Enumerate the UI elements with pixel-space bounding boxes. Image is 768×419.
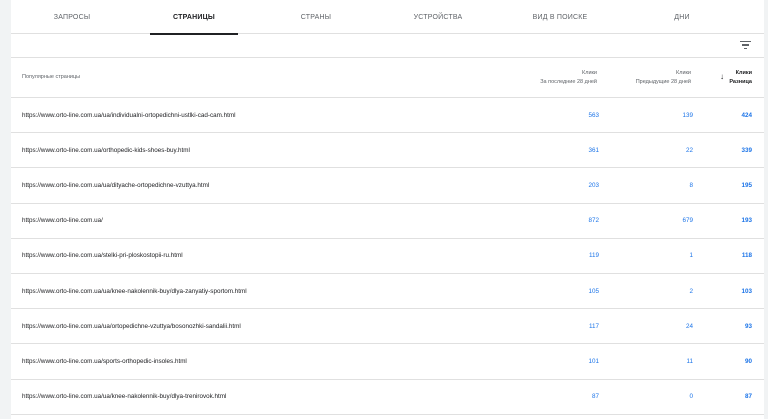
table-row[interactable]: https://www.orto-line.com.ua/orthopedic-… — [11, 133, 764, 169]
clicks-previous: 24 — [685, 322, 693, 330]
clicks-diff: 193 — [741, 217, 752, 225]
clicks-diff: 90 — [744, 357, 752, 365]
column-header-clicks-current-sub: За последние 28 дней — [540, 79, 597, 85]
clicks-current: 119 — [588, 252, 599, 260]
tab-bar: ЗАПРОСЫ СТРАНИЦЫ СТРАНЫ УСТРОЙСТВА ВИД В… — [11, 0, 764, 35]
tab-queries[interactable]: ЗАПРОСЫ — [11, 0, 133, 34]
clicks-diff: 103 — [741, 287, 752, 295]
clicks-current: 101 — [588, 357, 599, 365]
page-url[interactable]: https://www.orto-line.com.ua/sports-orth… — [22, 358, 187, 365]
filter-bar — [11, 34, 764, 58]
table-row[interactable]: https://www.orto-line.com.ua/ 872 679 19… — [11, 204, 764, 239]
table-row[interactable]: https://www.orto-line.com.ua/stelki-pri-… — [11, 239, 764, 274]
page-url[interactable]: https://www.orto-line.com.ua/ua/ortopedi… — [22, 323, 241, 330]
column-header-clicks-current-title: Клики — [582, 70, 597, 76]
clicks-current: 563 — [588, 111, 599, 119]
tab-devices[interactable]: УСТРОЙСТВА — [377, 0, 499, 34]
clicks-diff: 339 — [741, 146, 752, 154]
clicks-current: 361 — [588, 146, 599, 154]
clicks-previous: 1 — [689, 252, 693, 260]
clicks-previous: 11 — [686, 357, 693, 365]
clicks-current: 105 — [588, 287, 599, 295]
page-url[interactable]: https://www.orto-line.com.ua/ua/knee-nak… — [22, 288, 247, 295]
sort-descending-icon: ↓ — [720, 72, 724, 81]
column-header-page[interactable]: Популярные страницы — [22, 74, 80, 80]
table-row[interactable]: https://www.orto-line.com.ua/ua/knee-nak… — [11, 274, 764, 310]
filter-icon[interactable] — [740, 41, 751, 50]
column-header-clicks-diff[interactable]: Клики Разница — [729, 69, 752, 87]
page-url[interactable]: https://www.orto-line.com.ua/orthopedic-… — [22, 147, 190, 154]
clicks-diff: 93 — [744, 322, 752, 330]
table-row[interactable]: https://www.orto-line.com.ua/ua/ortopedi… — [11, 309, 764, 345]
tab-search-appearance[interactable]: ВИД В ПОИСКЕ — [499, 0, 621, 34]
performance-card: ЗАПРОСЫ СТРАНИЦЫ СТРАНЫ УСТРОЙСТВА ВИД В… — [11, 0, 764, 419]
tab-countries[interactable]: СТРАНЫ — [255, 0, 377, 34]
column-header-clicks-current[interactable]: Клики За последние 28 дней — [540, 69, 597, 87]
clicks-diff: 87 — [744, 393, 752, 401]
clicks-current: 203 — [588, 181, 599, 189]
clicks-previous: 22 — [685, 146, 693, 154]
clicks-previous: 8 — [689, 181, 693, 189]
page-url[interactable]: https://www.orto-line.com.ua/stelki-pri-… — [22, 252, 183, 259]
clicks-current: 117 — [588, 322, 599, 330]
clicks-current: 872 — [588, 217, 599, 225]
table-header: Популярные страницы Клики За последние 2… — [11, 58, 764, 98]
column-header-clicks-previous[interactable]: Клики Предыдущие 28 дней — [636, 69, 691, 87]
clicks-previous: 2 — [689, 287, 693, 295]
page-url[interactable]: https://www.orto-line.com.ua/ — [22, 217, 103, 224]
tab-dates[interactable]: ДНИ — [621, 0, 743, 34]
table-row[interactable]: https://www.orto-line.com.ua/ua/dityache… — [11, 168, 764, 204]
clicks-previous: 0 — [689, 393, 693, 401]
column-header-clicks-diff-title: Клики — [735, 70, 752, 76]
page-url[interactable]: https://www.orto-line.com.ua/ua/knee-nak… — [22, 393, 226, 400]
column-header-clicks-diff-sub: Разница — [729, 79, 752, 85]
page-url[interactable]: https://www.orto-line.com.ua/ua/individu… — [22, 112, 236, 119]
table-row[interactable]: https://www.orto-line.com.ua/sports-orth… — [11, 344, 764, 380]
page: ЗАПРОСЫ СТРАНИЦЫ СТРАНЫ УСТРОЙСТВА ВИД В… — [0, 0, 768, 419]
table-body: https://www.orto-line.com.ua/ua/individu… — [11, 98, 764, 415]
table-row[interactable]: https://www.orto-line.com.ua/ua/individu… — [11, 98, 764, 134]
table-row[interactable]: https://www.orto-line.com.ua/ua/knee-nak… — [11, 380, 764, 415]
tab-pages[interactable]: СТРАНИЦЫ — [133, 0, 255, 35]
page-url[interactable]: https://www.orto-line.com.ua/ua/dityache… — [22, 182, 209, 189]
clicks-current: 87 — [591, 393, 599, 401]
clicks-previous: 139 — [682, 111, 693, 119]
column-header-clicks-previous-title: Клики — [676, 70, 691, 76]
clicks-diff: 424 — [741, 111, 752, 119]
clicks-previous: 679 — [682, 217, 693, 225]
clicks-diff: 195 — [741, 181, 752, 189]
column-header-clicks-previous-sub: Предыдущие 28 дней — [635, 79, 691, 85]
clicks-diff: 118 — [741, 252, 752, 260]
